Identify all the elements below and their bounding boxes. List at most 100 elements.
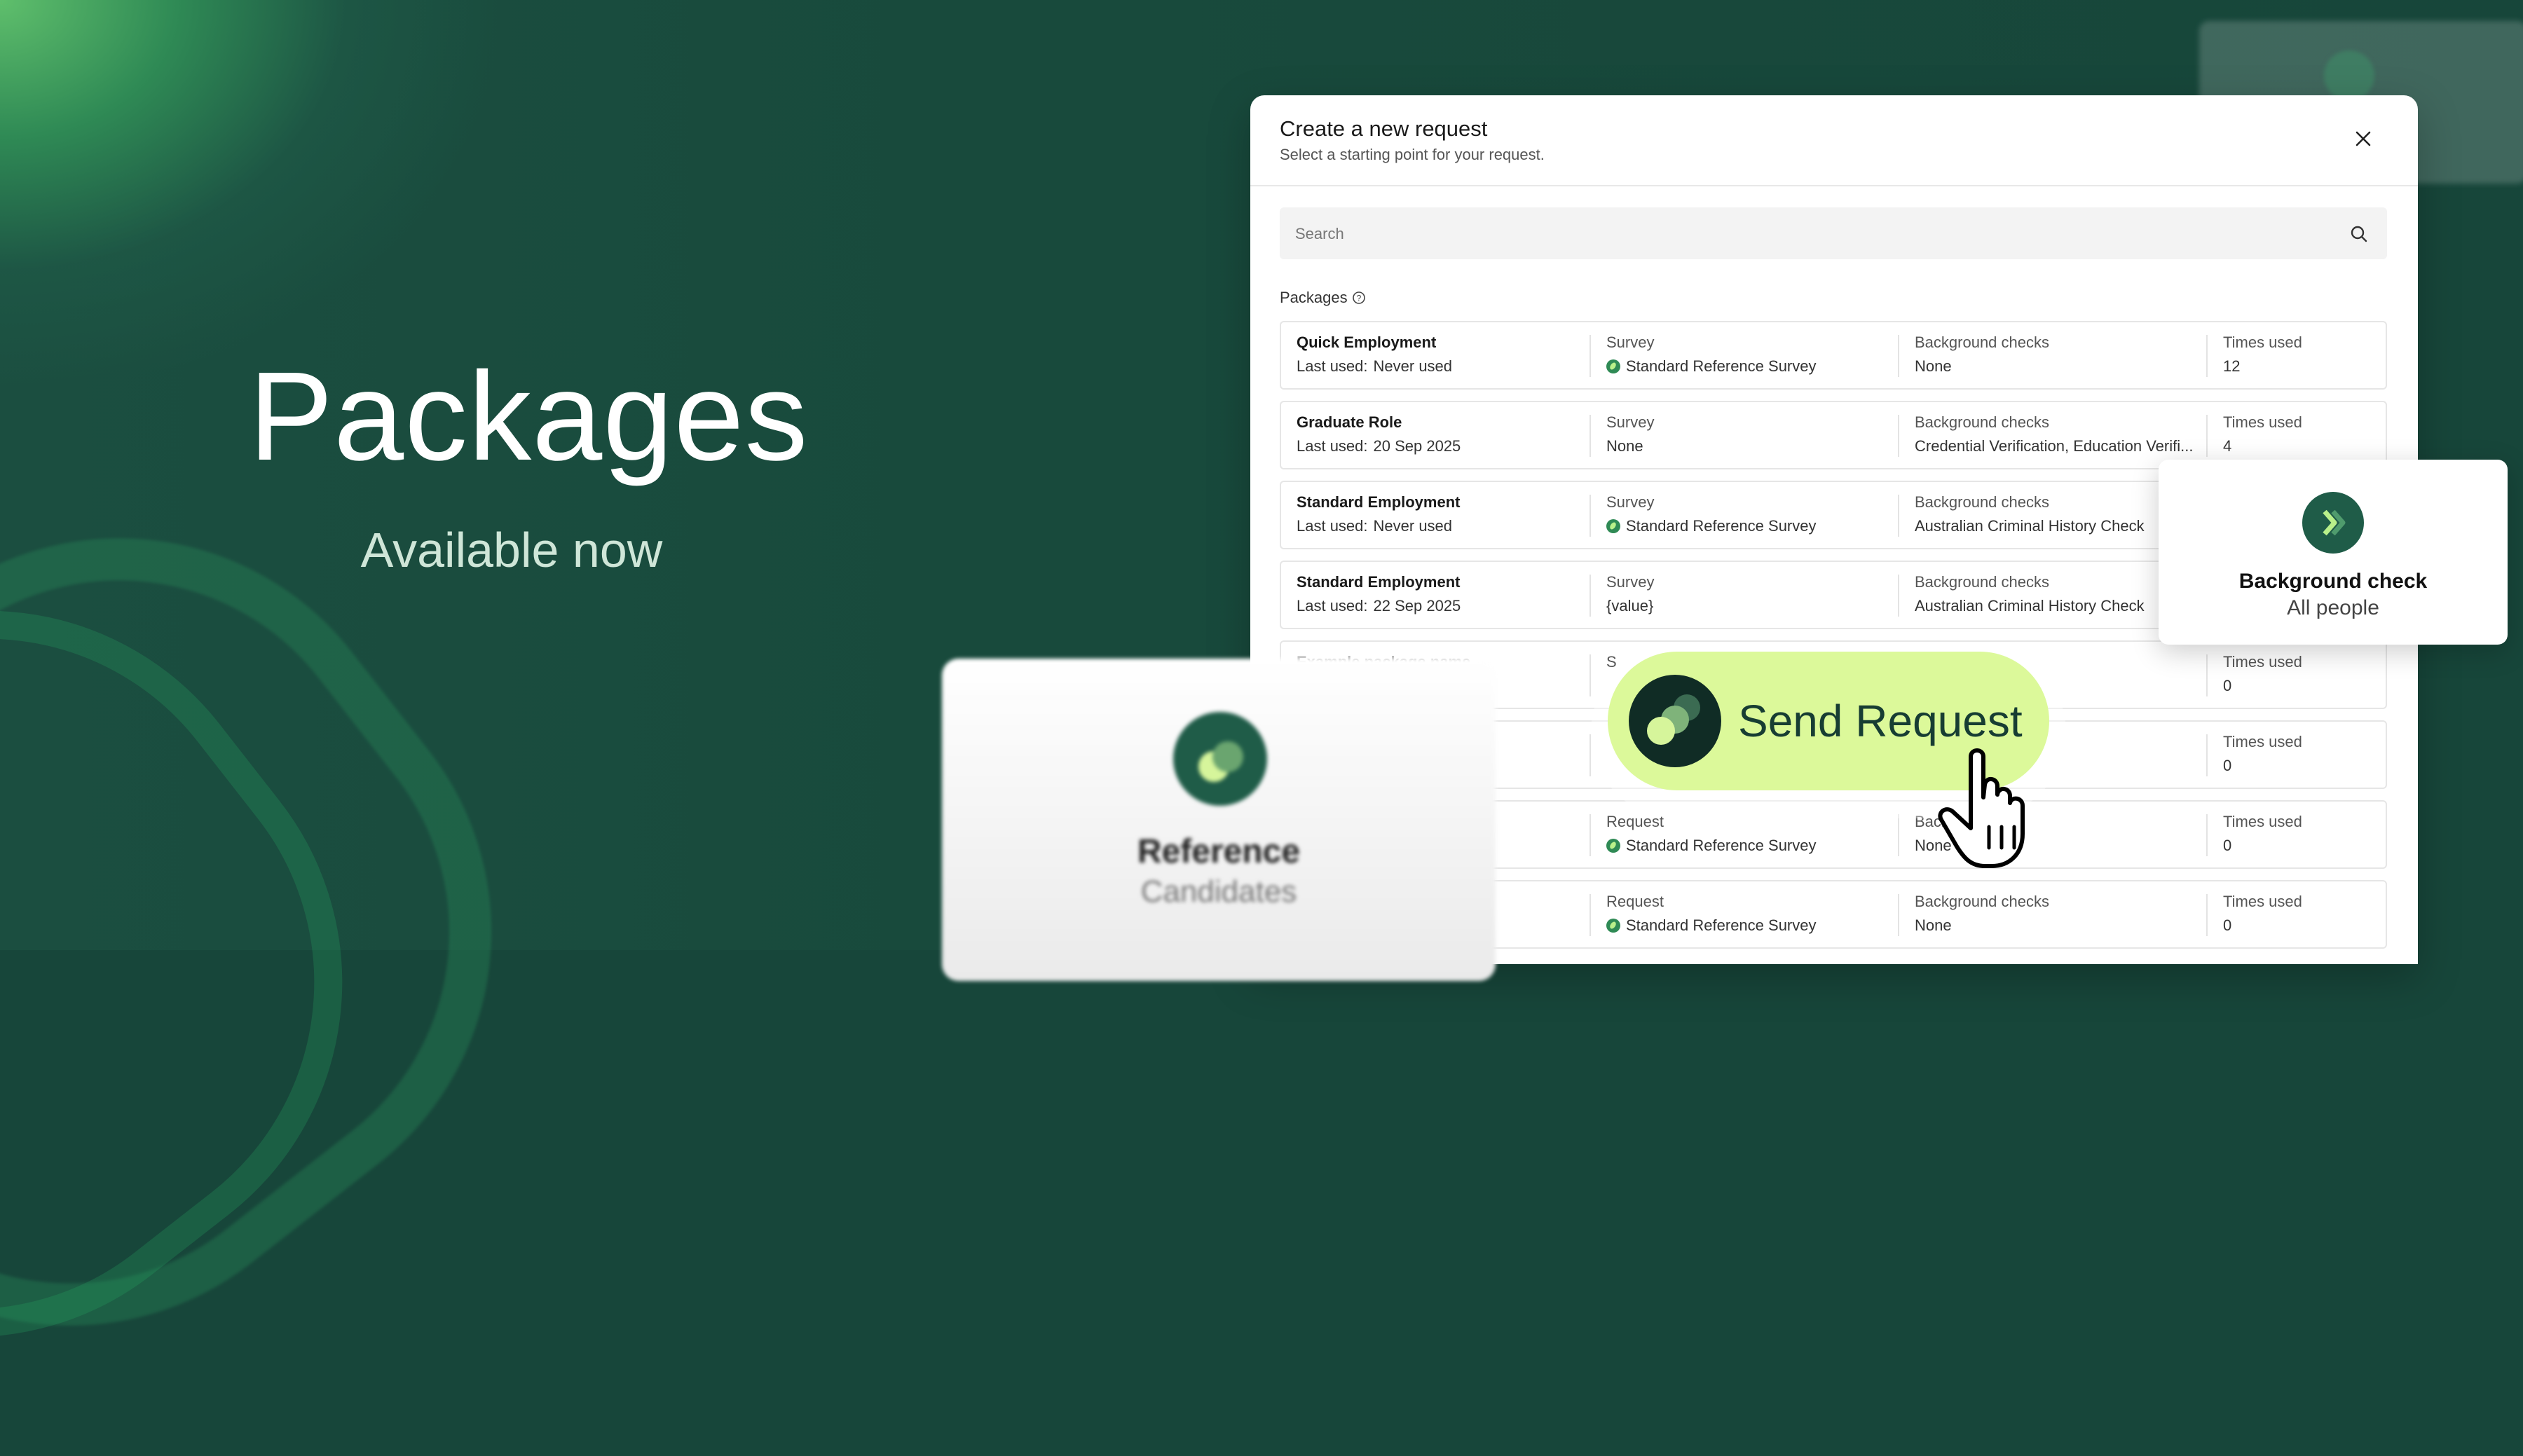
- times-cell: Times used 0: [2206, 653, 2387, 696]
- survey-icon: [1606, 359, 1620, 373]
- times-cell: Times used 12: [2206, 334, 2387, 377]
- package-row[interactable]: Quick Employment Last used: Never used Surv…: [1280, 321, 2387, 390]
- survey-value: Standard Reference Survey: [1626, 357, 1817, 375]
- modal-title: Create a new request: [1280, 116, 1488, 141]
- survey-icon: [1606, 839, 1620, 853]
- survey-cell: Survey {value}: [1589, 573, 1898, 617]
- package-name-cell: Standard Employment Last used: 22 Sep 2025: [1281, 562, 1589, 628]
- ghost-logo: [2324, 50, 2374, 101]
- survey-value-wrap: None: [1606, 437, 1643, 455]
- times-value: 0: [2223, 837, 2232, 854]
- package-name: Standard Employment: [1297, 493, 1461, 511]
- search-input[interactable]: [1280, 207, 2306, 261]
- survey-label: S: [1606, 653, 1617, 671]
- survey-icon: [1606, 519, 1620, 533]
- survey-value: Standard Reference Survey: [1626, 916, 1817, 934]
- send-request-label: Send Request: [1738, 696, 2023, 746]
- search-icon[interactable]: [2349, 224, 2369, 244]
- times-label: Times used: [2223, 653, 2302, 671]
- reference-subtitle: Candidates: [1140, 874, 1297, 909]
- checks-label: Background checks: [1915, 413, 2049, 431]
- hero-title: Packages: [249, 346, 809, 487]
- close-button[interactable]: [2348, 123, 2379, 154]
- survey-value-wrap: {value}: [1606, 597, 1653, 615]
- package-name-cell: Graduate Role Last used: 20 Sep 2025: [1281, 402, 1589, 468]
- last-used: Last used: Never used: [1297, 357, 1452, 376]
- times-value: 4: [2223, 437, 2232, 455]
- reference-title: Reference: [1137, 833, 1301, 870]
- times-label: Times used: [2223, 733, 2302, 750]
- checks-label: Background checks: [1915, 493, 2049, 511]
- package-name-cell: Quick Employment Last used: Never used: [1281, 322, 1589, 388]
- section-label-text: Packages: [1280, 289, 1348, 306]
- last-used-value: Never used: [1373, 357, 1453, 375]
- survey-label: Survey: [1606, 413, 1655, 431]
- survey-value: None: [1606, 437, 1643, 455]
- package-name: Quick Employment: [1297, 334, 1437, 351]
- last-used-value: Never used: [1373, 517, 1453, 535]
- survey-cell: Survey None: [1589, 413, 1898, 457]
- close-icon: [2356, 131, 2371, 146]
- checks-label: Background checks: [1915, 334, 2049, 351]
- checks-cell: Background checks None: [1898, 893, 2206, 936]
- background-check-title: Background check: [2238, 570, 2428, 593]
- times-value: 0: [2223, 916, 2232, 934]
- package-name: Graduate Role: [1297, 413, 1402, 431]
- survey-value-wrap: Standard Reference Survey: [1606, 916, 1817, 935]
- last-used: Last used: 22 Sep 2025: [1297, 597, 1461, 615]
- survey-label: Survey: [1606, 493, 1655, 511]
- last-used-label: Last used:: [1297, 437, 1368, 455]
- last-used-label: Last used:: [1297, 597, 1368, 614]
- svg-text:?: ?: [1356, 294, 1361, 303]
- reference-logo-icon: [1173, 712, 1267, 806]
- times-cell: Times used 0: [2206, 733, 2387, 776]
- background-check-card: Background check All people: [2159, 460, 2508, 645]
- last-used-label: Last used:: [1297, 357, 1368, 375]
- checks-value: None: [1915, 357, 1952, 375]
- times-value: 12: [2223, 357, 2241, 375]
- times-label: Times used: [2223, 893, 2302, 910]
- checks-cell: Background checks Credential Verification…: [1898, 413, 2206, 457]
- survey-label: Request: [1606, 893, 1664, 910]
- times-label: Times used: [2223, 813, 2302, 830]
- times-cell: Times used 4: [2206, 413, 2387, 457]
- last-used-value: 20 Sep 2025: [1373, 437, 1461, 455]
- survey-cell: Request Standard Reference Survey: [1589, 893, 1898, 936]
- search-box: [1280, 207, 2387, 261]
- survey-label: Survey: [1606, 573, 1655, 591]
- hand-pointer-icon: [1938, 748, 2025, 868]
- package-name-cell: Standard Employment Last used: Never used: [1281, 482, 1589, 548]
- survey-value-wrap: Standard Reference Survey: [1606, 837, 1817, 855]
- survey-value: Standard Reference Survey: [1626, 837, 1817, 854]
- background-check-subtitle: All people: [2287, 596, 2379, 619]
- packages-section-label: Packages ?: [1280, 289, 1366, 307]
- background-check-logo-icon: [2302, 492, 2364, 554]
- last-used-label: Last used:: [1297, 517, 1368, 535]
- times-cell: Times used 0: [2206, 893, 2387, 936]
- times-label: Times used: [2223, 334, 2302, 351]
- last-used: Last used: 20 Sep 2025: [1297, 437, 1461, 455]
- times-value: 0: [2223, 757, 2232, 774]
- times-cell: Times used 0: [2206, 813, 2387, 856]
- survey-value-wrap: Standard Reference Survey: [1606, 517, 1817, 535]
- checks-cell: Background checks None: [1898, 334, 2206, 377]
- survey-value: {value}: [1606, 597, 1654, 614]
- survey-cell: Survey Standard Reference Survey: [1589, 334, 1898, 377]
- checks-label: Background checks: [1915, 573, 2049, 591]
- checks-value: Australian Criminal History Check: [1915, 597, 2145, 614]
- help-icon[interactable]: ?: [1352, 291, 1366, 305]
- checks-value: None: [1915, 916, 1952, 934]
- survey-icon: [1606, 919, 1620, 933]
- modal-subtitle: Select a starting point for your request…: [1280, 146, 1545, 163]
- last-used-value: 22 Sep 2025: [1373, 597, 1461, 614]
- checks-value: Credential Verification, Education Verif…: [1915, 437, 2194, 455]
- package-name: Standard Employment: [1297, 573, 1461, 591]
- survey-cell: Request Standard Reference Survey: [1589, 813, 1898, 856]
- times-label: Times used: [2223, 413, 2302, 431]
- survey-value-wrap: Standard Reference Survey: [1606, 357, 1817, 376]
- modal-header: Create a new request Select a starting p…: [1250, 95, 2418, 186]
- checks-value: Australian Criminal History Check: [1915, 517, 2145, 535]
- reference-card: Reference Candidates: [942, 659, 1496, 981]
- hero-subtitle: Available now: [360, 523, 663, 577]
- times-value: 0: [2223, 677, 2232, 694]
